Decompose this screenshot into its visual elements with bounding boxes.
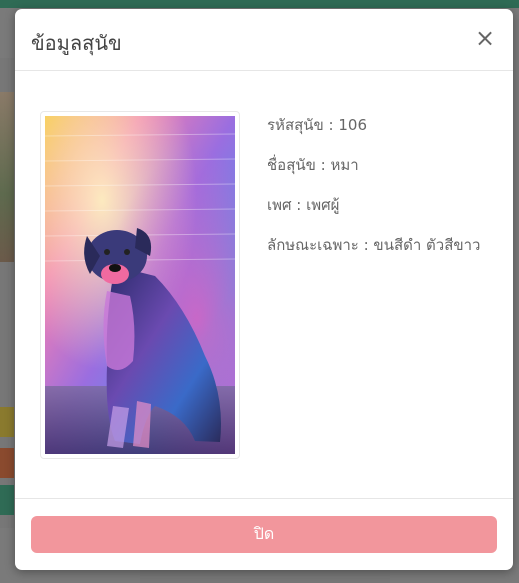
background-button [0,485,14,515]
modal-title: ข้อมูลสุนัข [31,31,122,55]
photo-frame [40,111,240,459]
background-text [0,345,14,359]
dog-traits-text: ลักษณะเฉพาะ : ขนสีดำ ตัวสีขาว [267,236,481,254]
dog-id-text: รหัสสุนัข : 106 [267,116,367,134]
dog-sex-text: เพศ : เพศผู้ [267,196,340,214]
dog-info-modal: ข้อมูลสุนัข × รหัสสุนัข: 106 ชื่อสุนัข … [15,9,513,570]
close-icon[interactable]: × [474,25,496,51]
dog-photo [45,116,235,454]
close-button[interactable]: ปิด [31,516,497,553]
background-button [0,407,14,437]
modal-footer: ปิด [15,498,513,570]
dog-name-text: ชื่อสุนัข : หมา [267,156,359,174]
background-button [0,448,14,478]
modal-header: ข้อมูลสุนัข × [15,9,513,71]
dog-info: รหัสสุนัข : 106 ชื่อสุนัข : หมา เพศ : เพ… [267,115,507,275]
background-navbar [0,0,519,8]
modal-body: รหัสสุนัข : 106 ชื่อสุนัข : หมา เพศ : เพ… [15,71,513,498]
background-image [0,92,14,262]
